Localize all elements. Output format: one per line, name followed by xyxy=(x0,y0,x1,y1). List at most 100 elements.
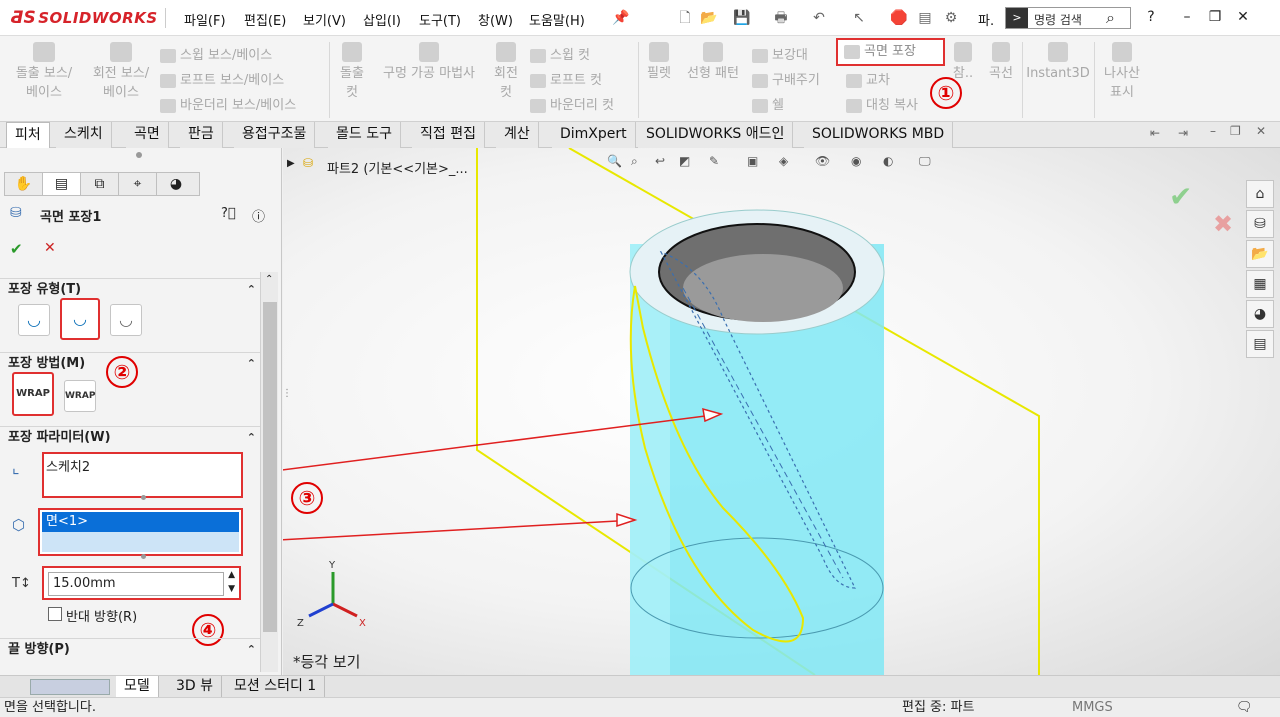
command-search-field[interactable]: > 명령 검색 ⌕ xyxy=(1005,7,1131,29)
save-icon[interactable]: 💾 xyxy=(733,9,751,27)
loft-boss-button[interactable]: 로프트 보스/베이스 xyxy=(160,69,284,88)
menu-view[interactable]: 보기(V) xyxy=(303,10,346,29)
scroll-up-icon[interactable]: ⌃ xyxy=(265,274,273,285)
tab-addins[interactable]: SOLIDWORKS 애드인 xyxy=(638,122,794,148)
configuration-manager-tab-icon[interactable]: ⧉ xyxy=(81,173,119,195)
model-view[interactable]: Y X Z xyxy=(283,148,1280,675)
tab-direct-editing[interactable]: 직접 편집 xyxy=(412,122,485,148)
tab-model[interactable]: 모델 xyxy=(116,676,159,698)
intersect-button[interactable]: 교차 xyxy=(846,69,890,88)
tab-evaluate[interactable]: 계산 xyxy=(496,122,539,148)
pull-direction-group-header[interactable]: 끌 방향(P) ⌃ xyxy=(0,638,262,660)
collapse-chevron-icon[interactable]: ⌃ xyxy=(247,353,256,375)
thickness-input[interactable]: 15.00mm xyxy=(48,572,224,596)
collapse-chevron-icon[interactable]: ⌃ xyxy=(247,427,256,449)
rebuild-icon[interactable]: 🛑 xyxy=(890,9,908,27)
view-palette-icon[interactable]: ▦ xyxy=(1246,270,1274,298)
unit-system[interactable]: MMGS xyxy=(1072,698,1113,717)
face-selection-item[interactable]: 면<1> xyxy=(42,512,239,532)
splitter-dot[interactable] xyxy=(136,152,142,158)
linear-pattern-button[interactable]: 선형 패턴 xyxy=(682,42,744,83)
field-resize-dot[interactable] xyxy=(141,554,146,559)
tab-mold-tools[interactable]: 몰드 도구 xyxy=(328,122,401,148)
select-arrow-icon[interactable]: ↖ xyxy=(850,9,868,27)
instant3d-button[interactable]: Instant3D xyxy=(1026,42,1090,83)
design-library-icon[interactable]: ⛁ xyxy=(1246,210,1274,238)
face-selection-field[interactable]: 면<1> xyxy=(38,508,243,556)
field-resize-dot[interactable] xyxy=(141,495,146,500)
thickness-spinbox[interactable]: 15.00mm ▲ ▼ xyxy=(42,566,241,600)
panel-splitter-handle[interactable]: ⋮ xyxy=(283,388,292,399)
loft-cut-button[interactable]: 로프트 컷 xyxy=(530,69,602,88)
ok-check-icon[interactable]: ✔ xyxy=(10,240,23,258)
tab-surfaces[interactable]: 곡면 xyxy=(126,122,169,148)
tab-3d-view[interactable]: 3D 뷰 xyxy=(168,676,223,698)
source-sketch-field[interactable]: 스케치2 xyxy=(42,452,243,498)
home-icon[interactable]: ⌂ xyxy=(1246,180,1274,208)
scribe-type-icon[interactable]: ◡ xyxy=(110,304,142,336)
revolve-cut-button[interactable]: 회전 컷 xyxy=(488,42,524,102)
tab-weldments[interactable]: 용접구조물 xyxy=(234,122,316,148)
tooltip-icon[interactable]: 🗨 xyxy=(1236,698,1253,717)
appearances-icon[interactable]: ◕ xyxy=(1246,300,1274,328)
panel-expand-icon[interactable]: ⇥ xyxy=(1178,126,1188,140)
overflow-label[interactable]: 파. xyxy=(978,10,994,29)
file-explorer-icon[interactable]: 📂 xyxy=(1246,240,1274,268)
file-properties-icon[interactable]: ▤ xyxy=(916,9,934,27)
print-icon[interactable]: 🖶 xyxy=(772,9,790,27)
feature-manager-tab-icon[interactable]: ✋ xyxy=(5,173,43,195)
menu-file[interactable]: 파일(F) xyxy=(184,10,226,29)
shell-button[interactable]: 쉘 xyxy=(752,94,784,113)
collapse-chevron-icon[interactable]: ⌃ xyxy=(247,639,256,661)
sweep-boss-button[interactable]: 스윕 보스/베이스 xyxy=(160,44,272,63)
fillet-button[interactable]: 필렛 xyxy=(642,42,676,83)
options-gear-icon[interactable]: ⚙ xyxy=(942,9,960,27)
scrollbar-thumb[interactable] xyxy=(263,302,277,632)
rib-button[interactable]: 보강대 xyxy=(752,44,808,63)
pin-icon[interactable]: 📌 xyxy=(612,9,630,27)
menu-window[interactable]: 창(W) xyxy=(478,10,513,29)
tab-sketch[interactable]: 스케치 xyxy=(56,122,112,148)
reverse-direction-checkbox[interactable] xyxy=(48,607,62,621)
spline-surface-wrap-icon[interactable]: WRAP xyxy=(64,380,96,412)
cancel-x-icon[interactable]: ✕ xyxy=(44,240,56,256)
new-document-icon[interactable]: 🗋 xyxy=(676,9,694,27)
menu-insert[interactable]: 삽입(I) xyxy=(363,10,401,29)
minimize-button[interactable]: – xyxy=(1176,6,1198,28)
doc-close-icon[interactable]: ✕ xyxy=(1256,124,1266,138)
wrap-params-group-header[interactable]: 포장 파라미터(W) ⌃ xyxy=(0,426,262,448)
draft-button[interactable]: 구배주기 xyxy=(752,69,820,88)
hole-wizard-button[interactable]: 구멍 가공 마법사 xyxy=(374,42,484,83)
search-icon[interactable]: ⌕ xyxy=(1106,8,1115,28)
graphics-area[interactable]: ▶ ⛁ 파트2 (기본<<기본>_... 🔍 ⌕ ↩ ◩ ✎ ▣ ◈ 👁 ◉ ◐… xyxy=(283,148,1280,675)
undo-icon[interactable]: ↶ xyxy=(810,9,828,27)
solidworks-logo[interactable]: ƋS SOLIDWORKS xyxy=(10,8,158,28)
panel-collapse-icon[interactable]: ⇤ xyxy=(1150,126,1160,140)
extrude-cut-button[interactable]: 돌출 컷 xyxy=(334,42,370,102)
dimxpert-manager-tab-icon[interactable]: ⌖ xyxy=(119,173,157,195)
boundary-cut-button[interactable]: 바운더리 컷 xyxy=(530,94,614,113)
property-manager-scrollbar[interactable]: ⌃ xyxy=(260,272,278,672)
tab-dimxpert[interactable]: DimXpert xyxy=(552,122,636,148)
analytical-wrap-icon[interactable]: WRAP xyxy=(12,372,54,416)
help-circle-icon[interactable]: ⓘ xyxy=(252,206,265,225)
property-manager-tab-icon[interactable]: ▤ xyxy=(43,173,81,195)
extrude-boss-button[interactable]: 돌출 보스/ 베이스 xyxy=(8,42,80,102)
menu-help[interactable]: 도움말(H) xyxy=(529,10,585,29)
sweep-cut-button[interactable]: 스윕 컷 xyxy=(530,44,590,63)
reference-geometry-button[interactable]: 참.. xyxy=(950,42,976,83)
tab-features[interactable]: 피처 xyxy=(6,122,50,148)
mirror-button[interactable]: 대칭 복사 xyxy=(846,94,918,113)
emboss-type-icon[interactable]: ◡ xyxy=(18,304,50,336)
display-manager-tab-icon[interactable]: ◕ xyxy=(157,173,195,195)
custom-properties-icon[interactable]: ▤ xyxy=(1246,330,1274,358)
tab-mbd[interactable]: SOLIDWORKS MBD xyxy=(804,122,954,148)
spin-up-icon[interactable]: ▲ xyxy=(228,570,235,580)
restore-button[interactable]: ❐ xyxy=(1204,6,1226,28)
tab-sheet-metal[interactable]: 판금 xyxy=(180,122,223,148)
revolve-boss-button[interactable]: 회전 보스/ 베이스 xyxy=(86,42,156,102)
deboss-type-icon[interactable]: ◡ xyxy=(60,298,100,340)
menu-tools[interactable]: 도구(T) xyxy=(419,10,461,29)
help-icon[interactable]: ? xyxy=(1140,6,1162,28)
tab-motion-study[interactable]: 모션 스터디 1 xyxy=(226,676,326,698)
